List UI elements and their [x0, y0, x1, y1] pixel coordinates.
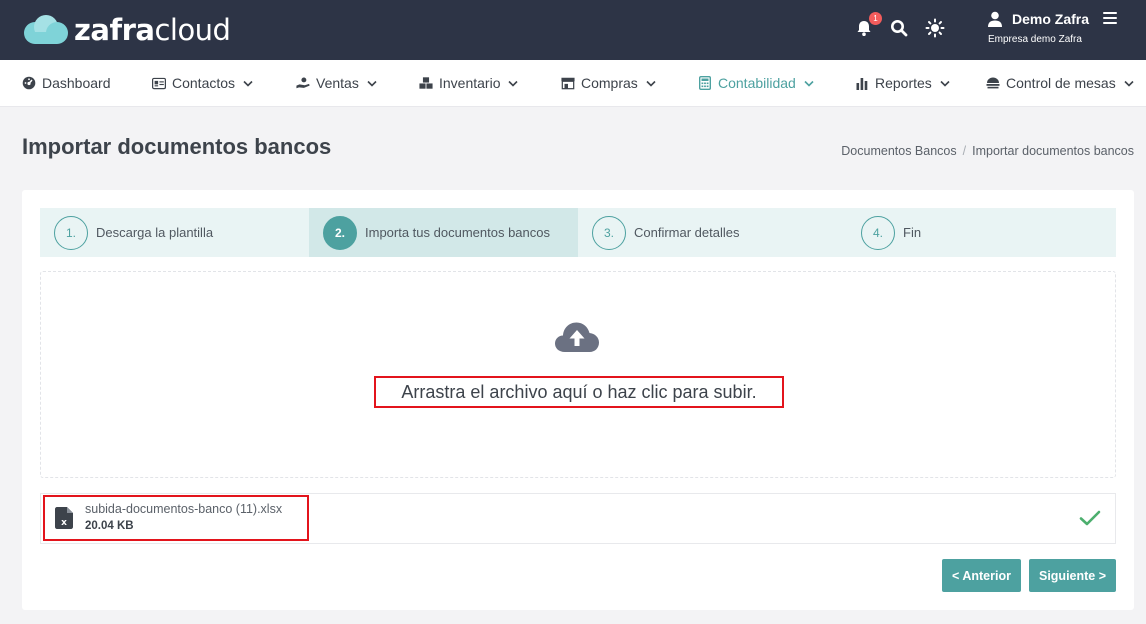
logo-text-light: cloud — [154, 13, 231, 47]
zafracloud-logo[interactable]: zafracloud — [22, 10, 231, 50]
breadcrumb-current: Importar documentos bancos — [972, 144, 1134, 158]
search-icon — [891, 20, 908, 37]
user-name: Demo Zafra — [1012, 11, 1090, 27]
nav-label: Contabilidad — [718, 75, 796, 91]
hamburger-menu-icon[interactable] — [1103, 12, 1117, 25]
chevron-down-icon — [940, 78, 950, 88]
nav-ventas[interactable]: Ventas — [296, 60, 377, 106]
dashboard-icon — [22, 76, 36, 90]
step-label: Importa tus documentos bancos — [365, 225, 550, 240]
chevron-down-icon — [243, 78, 253, 88]
chevron-down-icon — [804, 78, 814, 88]
file-size: 20.04 KB — [85, 520, 134, 532]
uploaded-file-info: x subida-documentos-banco (11).xlsx 20.0… — [43, 495, 309, 541]
step-2[interactable]: 2. Importa tus documentos bancos — [309, 208, 578, 257]
chevron-down-icon — [367, 78, 377, 88]
step-number: 2. — [323, 215, 357, 250]
chevron-down-icon — [1124, 78, 1134, 88]
step-label: Fin — [903, 225, 922, 240]
user-icon — [988, 11, 1002, 27]
nav-dashboard[interactable]: Dashboard — [22, 60, 111, 106]
step-label: Descarga la plantilla — [96, 225, 214, 240]
nav-label: Inventario — [439, 75, 501, 91]
logo-text: zafracloud — [74, 13, 231, 47]
breadcrumb-link-documentos-bancos[interactable]: Documentos Bancos — [841, 144, 956, 158]
uploaded-file-row: x subida-documentos-banco (11).xlsx 20.0… — [40, 493, 1116, 544]
search-button[interactable] — [887, 16, 911, 40]
previous-button[interactable]: < Anterior — [942, 559, 1021, 592]
notification-badge: 1 — [869, 12, 882, 25]
chevron-down-icon — [508, 78, 519, 88]
main-navigation: Dashboard Contactos Ventas Inventario Co… — [0, 60, 1146, 107]
import-stepper: 1. Descarga la plantilla 2. Importa tus … — [40, 208, 1116, 257]
cloud-logo-icon — [24, 15, 68, 44]
checkmark-icon — [1079, 510, 1101, 526]
hand-coin-icon — [296, 76, 310, 90]
excel-file-icon: x — [55, 507, 73, 529]
breadcrumb-separator: / — [962, 144, 967, 158]
calculator-icon — [698, 76, 712, 90]
import-card: 1. Descarga la plantilla 2. Importa tus … — [22, 190, 1134, 610]
cloud-upload-icon — [555, 322, 599, 352]
food-tray-icon — [986, 76, 1000, 90]
sun-icon — [925, 18, 945, 38]
page-title: Importar documentos bancos — [22, 134, 332, 159]
nav-compras[interactable]: Compras — [561, 60, 656, 106]
nav-control-de-mesas[interactable]: Control de mesas — [986, 60, 1134, 106]
nav-inventario[interactable]: Inventario — [419, 60, 519, 106]
theme-toggle-button[interactable] — [923, 16, 947, 40]
top-header: zafracloud 1 Demo Zafra Empresa demo Zaf… — [0, 0, 1146, 60]
step-number: 3. — [592, 215, 626, 250]
step-1[interactable]: 1. Descarga la plantilla — [40, 208, 309, 257]
notifications-button[interactable]: 1 — [852, 12, 882, 40]
breadcrumb: Documentos Bancos / Importar documentos ba… — [841, 144, 1134, 158]
chevron-down-icon — [646, 78, 656, 88]
nav-label: Compras — [581, 75, 638, 91]
nav-contactos[interactable]: Contactos — [152, 60, 253, 106]
step-number: 1. — [54, 215, 88, 250]
step-number: 4. — [861, 215, 895, 250]
logo-text-bold: zafra — [74, 13, 155, 47]
id-card-icon — [152, 76, 166, 90]
dropzone-instruction: Arrastra el archivo aquí o haz clic para… — [374, 376, 784, 408]
step-3[interactable]: 3. Confirmar detalles — [578, 208, 847, 257]
nav-reportes[interactable]: Reportes — [855, 60, 950, 106]
step-label: Confirmar detalles — [634, 225, 740, 240]
user-menu[interactable]: Demo Zafra Empresa demo Zafra — [987, 9, 1137, 53]
nav-label: Contactos — [172, 75, 236, 91]
bar-chart-icon — [855, 76, 869, 90]
next-button[interactable]: Siguiente > — [1029, 559, 1116, 592]
svg-text:x: x — [61, 518, 67, 528]
company-name: Empresa demo Zafra — [988, 34, 1082, 45]
nav-label: Reportes — [875, 75, 932, 91]
boxes-icon — [419, 76, 433, 90]
nav-label: Ventas — [316, 75, 359, 91]
nav-label: Dashboard — [42, 75, 111, 91]
file-name: subida-documentos-banco (11).xlsx — [85, 502, 283, 516]
file-dropzone[interactable]: Arrastra el archivo aquí o haz clic para… — [40, 271, 1116, 478]
nav-label: Control de mesas — [1006, 75, 1116, 91]
store-icon — [561, 76, 575, 90]
step-4[interactable]: 4. Fin — [847, 208, 1116, 257]
nav-contabilidad[interactable]: Contabilidad — [698, 60, 814, 106]
